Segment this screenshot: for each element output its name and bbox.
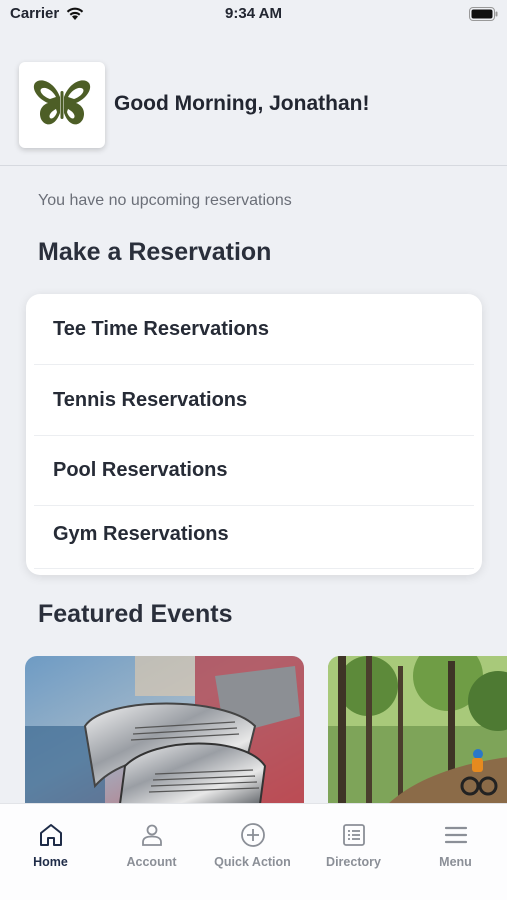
tab-menu[interactable]: Menu	[405, 804, 506, 884]
club-logo	[19, 62, 105, 148]
tab-quick-action[interactable]: Quick Action	[202, 804, 303, 884]
tab-account[interactable]: Account	[101, 804, 202, 884]
event-card-golf[interactable]	[25, 656, 304, 804]
status-time: 9:34 AM	[225, 5, 282, 22]
pool-reservations-item[interactable]: Pool Reservations	[34, 435, 474, 506]
header: Good Morning, Jonathan!	[0, 62, 507, 166]
list-icon	[342, 824, 365, 846]
status-bar: Carrier 9:34 AM	[0, 0, 507, 30]
tab-quick-action-label: Quick Action	[214, 855, 291, 869]
tennis-reservations-item[interactable]: Tennis Reservations	[34, 365, 474, 436]
greeting-text: Good Morning, Jonathan!	[114, 92, 370, 115]
forest-cyclist-image	[328, 656, 507, 804]
tab-directory[interactable]: Directory	[303, 804, 404, 884]
make-reservation-title: Make a Reservation	[38, 238, 272, 266]
featured-events-title: Featured Events	[38, 600, 233, 628]
gym-reservations-item[interactable]: Gym Reservations	[34, 501, 474, 569]
reservation-list: Tee Time Reservations Tennis Reservation…	[26, 294, 482, 575]
home-icon	[39, 824, 62, 846]
tab-directory-label: Directory	[326, 855, 381, 869]
tab-menu-label: Menu	[439, 855, 472, 869]
account-icon	[141, 824, 162, 846]
butterfly-logo-icon	[33, 80, 91, 125]
battery-icon	[469, 7, 499, 25]
tab-home[interactable]: Home	[0, 804, 101, 884]
hamburger-icon	[444, 826, 467, 844]
tee-time-reservations-item[interactable]: Tee Time Reservations	[34, 294, 474, 365]
golf-clubs-image	[25, 656, 304, 804]
tab-home-label: Home	[33, 855, 68, 869]
no-reservations-message: You have no upcoming reservations	[38, 192, 292, 209]
tab-bar: Home Account Quick Action Directory Menu	[0, 803, 507, 900]
event-card-forest[interactable]	[328, 656, 507, 804]
plus-circle-icon	[240, 823, 265, 847]
tab-account-label: Account	[126, 855, 177, 869]
